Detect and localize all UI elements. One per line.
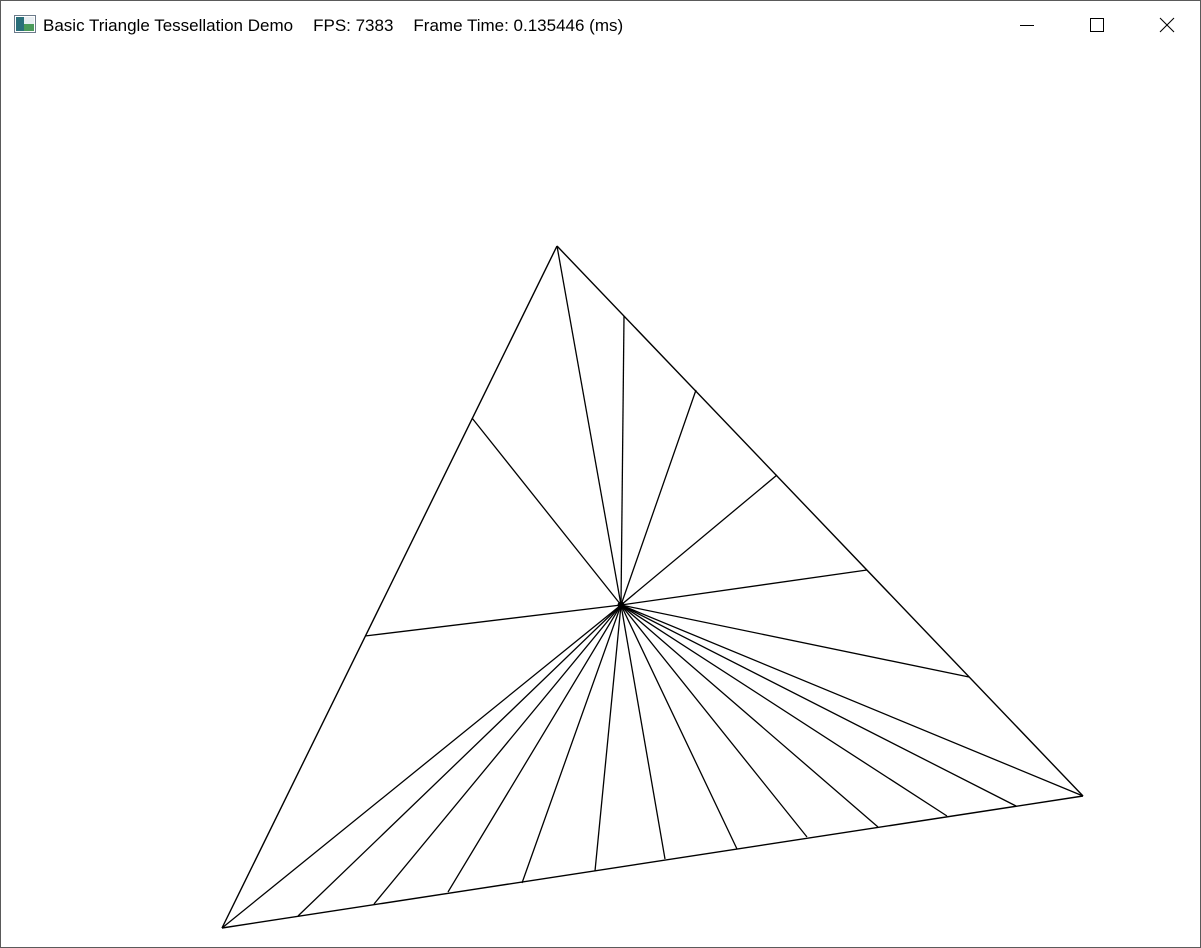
- minimize-button[interactable]: [992, 1, 1062, 49]
- title-bar[interactable]: Basic Triangle Tessellation Demo FPS: 738…: [1, 1, 1200, 51]
- tessellation-spoke: [620, 389, 697, 606]
- maximize-button[interactable]: [1062, 1, 1132, 49]
- app-window: Basic Triangle Tessellation Demo FPS: 738…: [0, 0, 1201, 948]
- tessellation-spoke: [620, 569, 868, 606]
- tessellation-spoke: [620, 604, 1084, 797]
- maximize-icon: [1090, 18, 1104, 32]
- tessellation-spoke: [364, 604, 622, 637]
- tessellation-spoke: [373, 604, 622, 905]
- tessellation-spoke: [556, 245, 622, 606]
- fps-counter: FPS: 7383: [313, 16, 394, 35]
- tessellation-spoke: [620, 315, 625, 606]
- tessellation-spoke: [620, 604, 948, 817]
- close-button[interactable]: [1132, 1, 1201, 49]
- render-viewport[interactable]: [1, 51, 1200, 947]
- tessellation-spoke: [221, 604, 622, 929]
- tessellation-spoke: [471, 417, 622, 606]
- close-icon: [1159, 17, 1175, 33]
- title-app-name: Basic Triangle Tessellation Demo: [43, 16, 294, 35]
- triangle-edge-right: [556, 245, 1084, 797]
- tessellation-spoke: [620, 604, 970, 678]
- triangle-edge-left: [221, 245, 558, 929]
- tessellation-spoke: [620, 604, 666, 860]
- minimize-icon: [1020, 25, 1034, 26]
- tessellated-triangle: [221, 245, 1084, 929]
- tessellation-spoke: [297, 604, 622, 917]
- frame-time-readout: Frame Time: 0.135446 (ms): [413, 16, 624, 35]
- tessellation-spoke: [620, 604, 808, 838]
- window-title: Basic Triangle Tessellation Demo FPS: 738…: [43, 15, 643, 37]
- triangle-edge-bottom: [221, 795, 1084, 929]
- tessellation-hub: [617, 601, 625, 609]
- tessellation-spoke: [594, 604, 622, 872]
- app-icon: [14, 15, 36, 33]
